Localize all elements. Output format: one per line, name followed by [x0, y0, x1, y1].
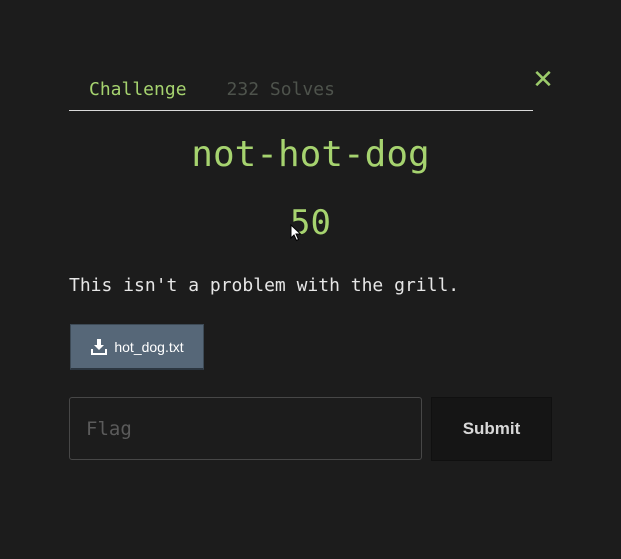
challenge-points: 50: [290, 203, 331, 243]
challenge-modal: ✕ Challenge 232 Solves not-hot-dog 50 Th…: [0, 0, 621, 559]
challenge-description: This isn't a problem with the grill.: [69, 275, 460, 296]
tab-solves[interactable]: 232 Solves: [207, 72, 355, 108]
close-icon[interactable]: ✕: [532, 67, 554, 93]
submit-button[interactable]: Submit: [431, 397, 552, 461]
mouse-pointer-icon: [290, 224, 302, 242]
challenge-tabs: Challenge 232 Solves: [69, 70, 533, 111]
file-name: hot_dog.txt: [114, 338, 184, 355]
tab-challenge[interactable]: Challenge: [69, 72, 207, 108]
flag-input[interactable]: [69, 397, 422, 460]
challenge-title: not-hot-dog: [191, 134, 430, 175]
download-icon: [91, 338, 108, 355]
file-download-button[interactable]: hot_dog.txt: [70, 324, 204, 370]
